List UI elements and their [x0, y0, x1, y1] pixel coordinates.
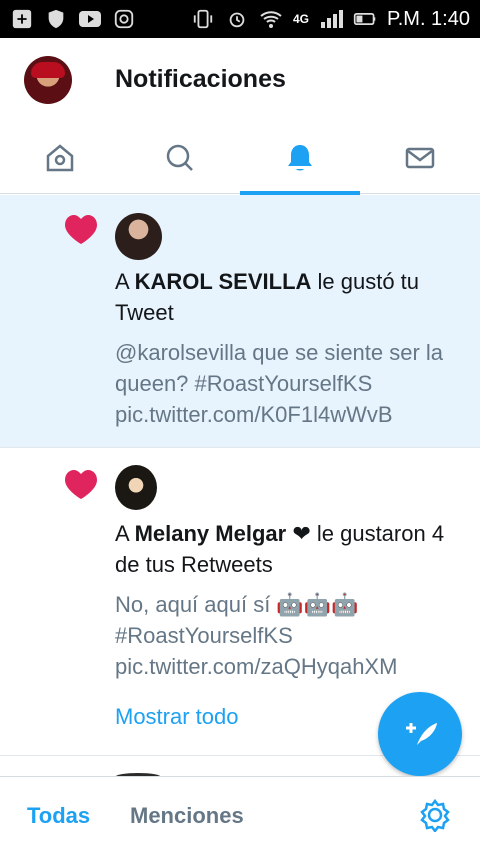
heart-icon	[65, 215, 97, 244]
heart-icon	[65, 470, 97, 499]
home-icon	[43, 141, 77, 175]
tab-all[interactable]: Todas	[27, 803, 90, 829]
avatar[interactable]	[115, 465, 157, 510]
top-tabs	[0, 122, 480, 258]
profile-avatar[interactable]	[24, 56, 72, 104]
mail-icon	[403, 141, 437, 175]
network-label: 4G	[292, 12, 309, 26]
gear-icon[interactable]	[418, 798, 452, 832]
signal-icon	[319, 7, 343, 31]
instagram-icon	[112, 7, 136, 31]
app-header: Notificaciones	[0, 38, 480, 122]
search-icon	[163, 141, 197, 175]
tweet-preview[interactable]: No, aquí aquí sí 🤖🤖🤖 #RoastYourselfKS pi…	[115, 589, 465, 682]
bottom-tabs: Todas Menciones	[0, 776, 480, 854]
vibrate-icon	[191, 7, 215, 31]
wifi-icon	[259, 7, 283, 31]
tweet-preview[interactable]: @karolsevilla que se siente ser la queen…	[115, 337, 465, 430]
tab-messages[interactable]	[360, 122, 480, 194]
shield-icon	[44, 7, 68, 31]
tab-mentions[interactable]: Menciones	[130, 803, 244, 829]
compose-tweet-button[interactable]	[378, 692, 462, 776]
page-title: Notificaciones	[115, 65, 286, 93]
notification-text: A KAROL SEVILLA le gustó tu Tweet	[115, 269, 420, 325]
compose-icon	[406, 723, 437, 745]
notification-text: A Melany Melgar ❤ le gustaron 4 de tus R…	[115, 521, 445, 577]
notification-item[interactable]: A KAROL SEVILLA le gustó tu Tweet @karol…	[0, 195, 480, 448]
show-all-link[interactable]: Mostrar todo	[115, 704, 239, 730]
status-time: P.M. 1:40	[386, 7, 470, 30]
battery-icon	[353, 7, 377, 31]
tab-notifications[interactable]	[240, 122, 360, 195]
tab-home[interactable]	[0, 122, 120, 194]
tab-search[interactable]	[120, 122, 240, 194]
alarm-icon	[225, 7, 249, 31]
plus-icon	[10, 7, 34, 31]
avatar[interactable]	[115, 213, 162, 260]
user-name[interactable]: Melany Melgar	[135, 521, 287, 546]
youtube-icon	[78, 7, 102, 31]
user-name[interactable]: KAROL SEVILLA	[135, 269, 312, 294]
bell-icon	[283, 141, 317, 175]
status-bar: 4G P.M. 1:40	[0, 0, 480, 38]
